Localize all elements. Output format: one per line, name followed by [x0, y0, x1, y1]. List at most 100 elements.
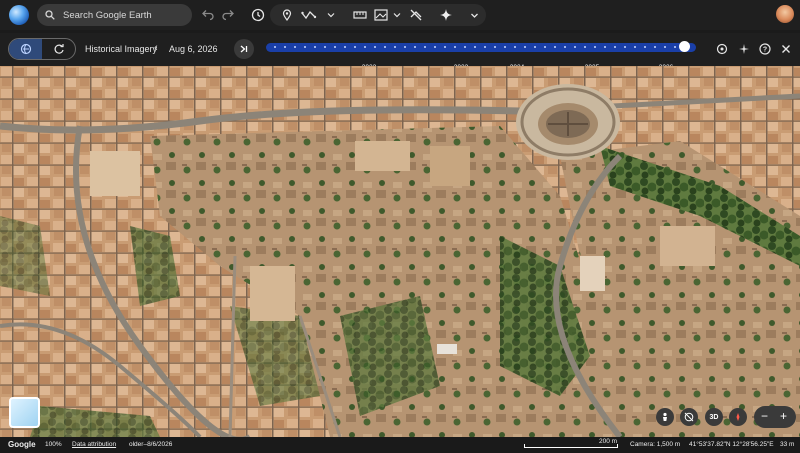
data-attribution-link[interactable]: Data attribution [72, 441, 116, 448]
timeline-tick [514, 46, 516, 48]
chevron-down-icon[interactable] [322, 6, 340, 24]
layers-off-icon[interactable] [407, 6, 425, 24]
toggle-3d-button[interactable]: 3D [705, 408, 723, 426]
timeline-tick [564, 46, 566, 48]
timeline-tick [674, 46, 676, 48]
path-icon[interactable] [300, 6, 318, 24]
timeline-tick [644, 46, 646, 48]
timeline-tick [434, 46, 436, 48]
timeline-tick [424, 46, 426, 48]
timeline-tick [344, 46, 346, 48]
map-style-thumbnail[interactable] [9, 397, 40, 428]
timeline-tick [604, 46, 606, 48]
help-icon[interactable]: ? [758, 42, 772, 56]
sparkle-icon[interactable] [437, 6, 455, 24]
timeline-tick [624, 46, 626, 48]
timeline-tick [274, 46, 276, 48]
chevron-down-icon[interactable] [465, 6, 483, 24]
search-icon [45, 10, 55, 20]
timeline-tick [554, 46, 556, 48]
camera-altitude: Camera: 1,500 m [630, 441, 681, 448]
search-input[interactable]: Search Google Earth [37, 4, 192, 26]
zoom-percent: 100% [45, 441, 62, 448]
timeline-slider[interactable]: 20222023202420252026 [266, 41, 696, 71]
coordinates: 41°53'37.82"N 12°28'56.25"E [689, 441, 774, 448]
top-toolbar: Search Google Earth [0, 0, 800, 30]
refresh-icon [54, 44, 64, 54]
search-placeholder: Search Google Earth [63, 9, 152, 21]
google-earth-app: Search Google Earth Historical Imagery ‹… [0, 0, 800, 453]
timeline-tick [574, 46, 576, 48]
timeline-tick [664, 46, 666, 48]
north-compass-button[interactable] [729, 408, 747, 426]
scale-label: 200 m [599, 438, 618, 445]
timeline-tick [294, 46, 296, 48]
status-bar: Google 100% Data attribution older–8/6/2… [0, 437, 800, 453]
timeline-tick [334, 46, 336, 48]
timeline-tick [594, 46, 596, 48]
zoom-controls: − + [754, 406, 796, 428]
timeline-tick [444, 46, 446, 48]
pegman-button[interactable] [656, 408, 674, 426]
earth-logo-icon[interactable] [9, 5, 29, 25]
timeline-tick [464, 46, 466, 48]
compass-button[interactable] [680, 408, 698, 426]
imagery-range: older–8/6/2026 [129, 441, 173, 448]
timeline-tick [354, 46, 356, 48]
timeline-tick [654, 46, 656, 48]
imagery-date: Aug 6, 2026 [169, 44, 218, 54]
elevation: 33 m [780, 441, 795, 448]
sparkle-small-icon[interactable] [737, 42, 751, 56]
previous-date-button[interactable]: ‹ [154, 42, 158, 54]
historical-imagery-bar: Historical Imagery ‹ Aug 6, 2026 2022202… [0, 33, 800, 71]
person-icon [663, 412, 667, 421]
google-logo: Google [8, 440, 36, 449]
timeline-tick [304, 46, 306, 48]
satellite-imagery [0, 66, 800, 437]
timeline-tick [534, 46, 536, 48]
timeline-tick [474, 46, 476, 48]
ruler-icon[interactable] [351, 6, 369, 24]
zoom-in-button[interactable]: + [780, 409, 787, 423]
timeline-tick [454, 46, 456, 48]
timeline-handle[interactable] [679, 41, 690, 52]
redo-icon[interactable] [219, 6, 237, 24]
compass-off-icon [684, 412, 694, 422]
timeline-tick [524, 46, 526, 48]
timeline-tick [404, 46, 406, 48]
satellite-map-view[interactable] [0, 66, 800, 437]
undo-icon[interactable] [199, 6, 217, 24]
toggle-3d-label: 3D [709, 413, 719, 421]
historical-imagery-label: Historical Imagery [85, 44, 158, 54]
timeline-tick [394, 46, 396, 48]
jump-to-latest-button[interactable] [234, 39, 254, 59]
compass-needle-icon [736, 413, 740, 421]
avatar[interactable] [776, 5, 794, 23]
globe-view-button[interactable] [9, 39, 42, 59]
timeline-tick [614, 46, 616, 48]
history-icon[interactable] [249, 6, 267, 24]
timeline-tick [504, 46, 506, 48]
pin-icon[interactable] [278, 6, 296, 24]
svg-text:?: ? [763, 47, 767, 54]
timeline-tick [584, 46, 586, 48]
timeline-tick [634, 46, 636, 48]
timeline-tick [314, 46, 316, 48]
timeline-tick [544, 46, 546, 48]
timeline-tick [414, 46, 416, 48]
chevron-down-icon[interactable] [388, 6, 406, 24]
timeline-tick [384, 46, 386, 48]
globe-icon [20, 43, 31, 55]
timeline-tick [374, 46, 376, 48]
zoom-out-button[interactable]: − [761, 409, 768, 423]
view-toggle-group [8, 38, 76, 60]
timeline-tick [484, 46, 486, 48]
timeline-tick [494, 46, 496, 48]
refresh-view-button[interactable] [42, 39, 75, 59]
timeline-tick [324, 46, 326, 48]
close-icon[interactable] [779, 42, 793, 56]
timeline-tick [364, 46, 366, 48]
satellite-icon[interactable] [715, 42, 729, 56]
skip-end-icon [240, 45, 248, 53]
timeline-tick [284, 46, 286, 48]
